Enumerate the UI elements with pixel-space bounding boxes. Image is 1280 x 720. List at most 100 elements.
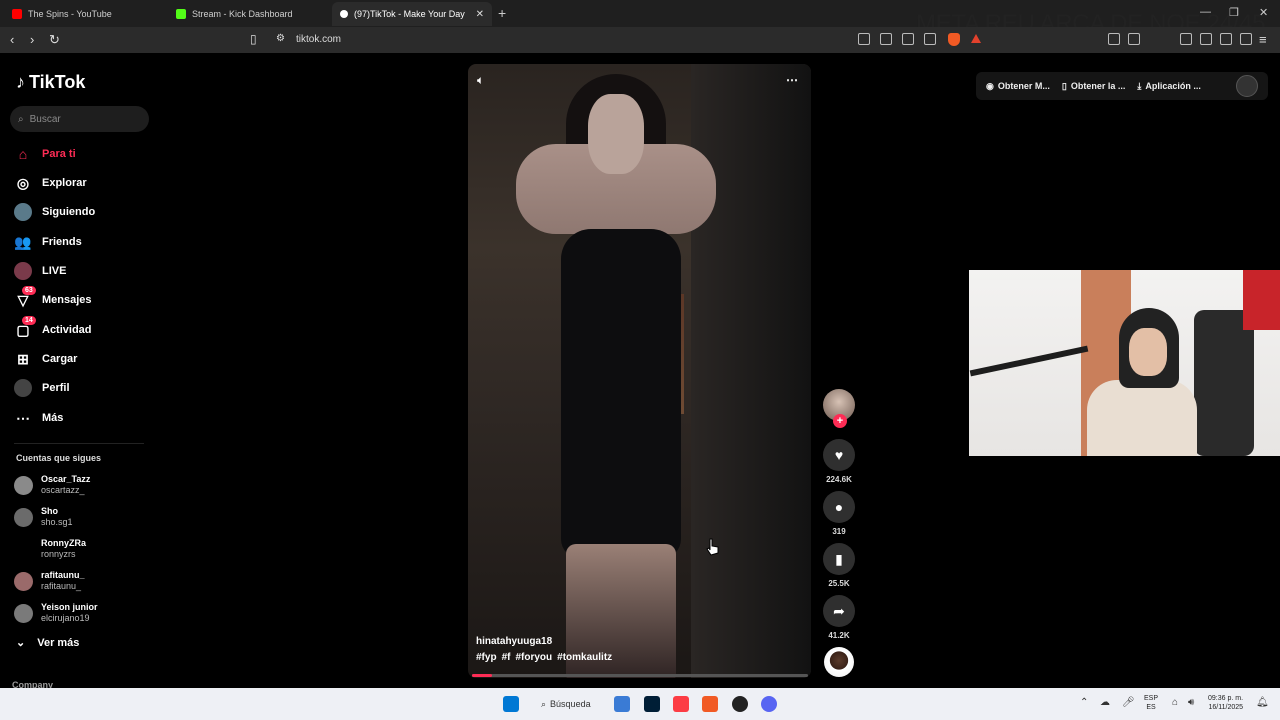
obs-icon[interactable]	[732, 696, 748, 712]
following-account[interactable]: Oscar_Tazz oscartazz_	[14, 474, 90, 496]
sidebar-item-mas[interactable]: ⋯ Más	[14, 406, 63, 430]
avatar	[14, 475, 33, 495]
notification-bell-icon[interactable]: 🔔︎	[1256, 697, 1269, 708]
system-clock[interactable]: 09:36 p. m. 16/11/2025	[1208, 694, 1243, 712]
cast-icon[interactable]	[880, 33, 892, 45]
bookmark-icon[interactable]: ▯	[250, 32, 257, 46]
minimize-icon[interactable]: —	[1200, 6, 1211, 18]
download-app-button[interactable]: ⤓ Aplicación ...	[1137, 81, 1201, 92]
site-settings-icon[interactable]: ⚙	[276, 33, 285, 44]
close-window-icon[interactable]: ✕	[1259, 6, 1268, 19]
get-coins-button[interactable]: ◉ Obtener M...	[986, 81, 1050, 92]
close-tab-icon[interactable]: ✕	[476, 9, 484, 20]
hashtag[interactable]: #foryou	[515, 652, 552, 663]
video-username[interactable]: hinatahyuuga18	[476, 636, 612, 647]
back-icon[interactable]: ‹	[10, 32, 14, 47]
reload-icon[interactable]: ↻	[49, 32, 60, 48]
sidebar-item-explorar[interactable]: ◎ Explorar	[14, 171, 87, 195]
microphone-icon[interactable]: 🎤︎	[1122, 697, 1135, 708]
wallet-icon[interactable]	[1128, 33, 1140, 45]
comment-button[interactable]: ● 319	[821, 491, 857, 536]
vpn-icon[interactable]	[1200, 33, 1212, 45]
hashtag[interactable]: #tomkaulitz	[557, 652, 612, 663]
new-tab-icon[interactable]: +	[498, 5, 506, 21]
like-button[interactable]: ♥ 224.6K	[821, 439, 857, 484]
sidebar-item-para-ti[interactable]: ⌂ Para ti	[14, 142, 76, 166]
save-button[interactable]: ▮ 25.5K	[821, 543, 857, 588]
forward-icon[interactable]: ›	[30, 32, 34, 47]
following-account[interactable]: Yeison junior elcirujano19	[14, 602, 98, 624]
tiktok-logo[interactable]: ♪ TikTok	[16, 72, 85, 93]
friends-icon: 👥	[14, 233, 32, 250]
sidebar-item-siguiendo[interactable]: Siguiendo	[14, 200, 95, 224]
account-name: Oscar_Tazz	[41, 474, 91, 484]
following-account[interactable]: rafitaunu_ rafitaunu_	[14, 570, 85, 592]
taskbar-search[interactable]: ⌕ Búsqueda	[533, 694, 603, 714]
video-player[interactable]: 🔈︎ ⋯	[468, 64, 811, 678]
get-app-button[interactable]: ▯ Obtener la ...	[1062, 81, 1125, 92]
see-more-label: Ver más	[37, 636, 80, 649]
follow-plus-icon[interactable]: +	[833, 414, 847, 428]
menu-icon[interactable]: ≡	[1259, 32, 1267, 47]
sidebar-item-perfil[interactable]: Perfil	[14, 376, 70, 400]
network-icon[interactable]: ⌂	[1172, 697, 1178, 708]
language-indicator[interactable]: ESP ES	[1144, 694, 1158, 712]
account-handle: ronnyzrs	[41, 549, 76, 559]
tab-kick[interactable]: Stream - Kick Dashboard	[168, 2, 328, 26]
share-icon[interactable]	[924, 33, 936, 45]
tab-label: (97)TikTok - Make Your Day	[354, 9, 465, 19]
more-options-icon[interactable]: ⋯	[786, 73, 798, 87]
brave-rewards-icon[interactable]	[971, 34, 981, 43]
see-more-button[interactable]: ⌄ Ver más	[16, 636, 80, 650]
following-account[interactable]: Sho sho.sg1	[14, 506, 73, 528]
creator-avatar-button[interactable]: +	[821, 389, 857, 428]
shield-icon[interactable]	[1240, 33, 1252, 45]
discord-icon[interactable]	[761, 696, 777, 712]
sidebar-icon[interactable]	[1180, 33, 1192, 45]
sidebar-item-label: Cargar	[42, 353, 78, 365]
search-input[interactable]: ⌕ Buscar	[10, 106, 149, 132]
more-icon: ⋯	[16, 409, 30, 426]
music-button[interactable]	[821, 647, 857, 677]
video-progress-bar[interactable]	[472, 674, 808, 677]
translate-icon[interactable]	[858, 33, 870, 45]
download-icon: ⤓	[1137, 80, 1142, 91]
phone-icon: ▯	[1061, 80, 1067, 91]
video-subject	[516, 74, 716, 678]
activity-badge: 14	[22, 316, 36, 325]
tab-tiktok[interactable]: (97)TikTok - Make Your Day ✕	[332, 2, 492, 26]
restore-icon[interactable]: ❐	[1229, 6, 1239, 19]
sidebar-item-actividad[interactable]: ▢ 14 Actividad	[14, 316, 92, 342]
extensions-icon[interactable]	[1108, 33, 1120, 45]
following-account[interactable]: RonnyZRa ronnyzrs	[14, 538, 86, 560]
sidebar-item-label: Mensajes	[42, 294, 92, 306]
sidebar-item-mensajes[interactable]: ▽ 63 Mensajes	[14, 286, 92, 312]
brave-shields-icon[interactable]	[948, 33, 960, 46]
windows-start-icon[interactable]	[503, 696, 519, 712]
music-app-icon[interactable]	[673, 696, 689, 712]
user-avatar[interactable]	[1236, 75, 1258, 97]
sidebar-item-cargar[interactable]: ⊞ Cargar	[14, 347, 77, 371]
download-app-label: Aplicación ...	[1145, 81, 1201, 91]
avatar	[14, 571, 33, 591]
language-icon[interactable]	[902, 33, 914, 45]
video-hashtags: #fyp #f #foryou #tomkaulitz	[476, 652, 612, 663]
hashtag[interactable]: #f	[502, 652, 511, 663]
chevron-up-icon[interactable]: ⌃	[1080, 697, 1088, 708]
cloud-icon[interactable]: ☁	[1100, 697, 1110, 708]
url-field[interactable]: tiktok.com	[296, 34, 341, 45]
tab-youtube[interactable]: The Spins - YouTube	[4, 2, 164, 26]
speaker-icon[interactable]: 🔊︎	[1188, 697, 1194, 708]
hashtag[interactable]: #fyp	[476, 652, 497, 663]
leo-icon[interactable]	[1220, 33, 1232, 45]
following-avatar-icon	[14, 203, 32, 221]
brave-browser-icon[interactable]	[702, 696, 718, 712]
photoshop-icon[interactable]	[644, 696, 660, 712]
share-button[interactable]: ➦ 41.2K	[821, 595, 857, 640]
sidebar-item-live[interactable]: LIVE	[14, 259, 66, 283]
sidebar-item-friends[interactable]: 👥 Friends	[14, 230, 81, 254]
task-view-icon[interactable]	[614, 696, 630, 712]
volume-icon[interactable]: 🔈︎	[477, 73, 484, 88]
sidebar-item-label: Explorar	[42, 177, 87, 189]
account-name: Yeison junior	[41, 602, 98, 612]
